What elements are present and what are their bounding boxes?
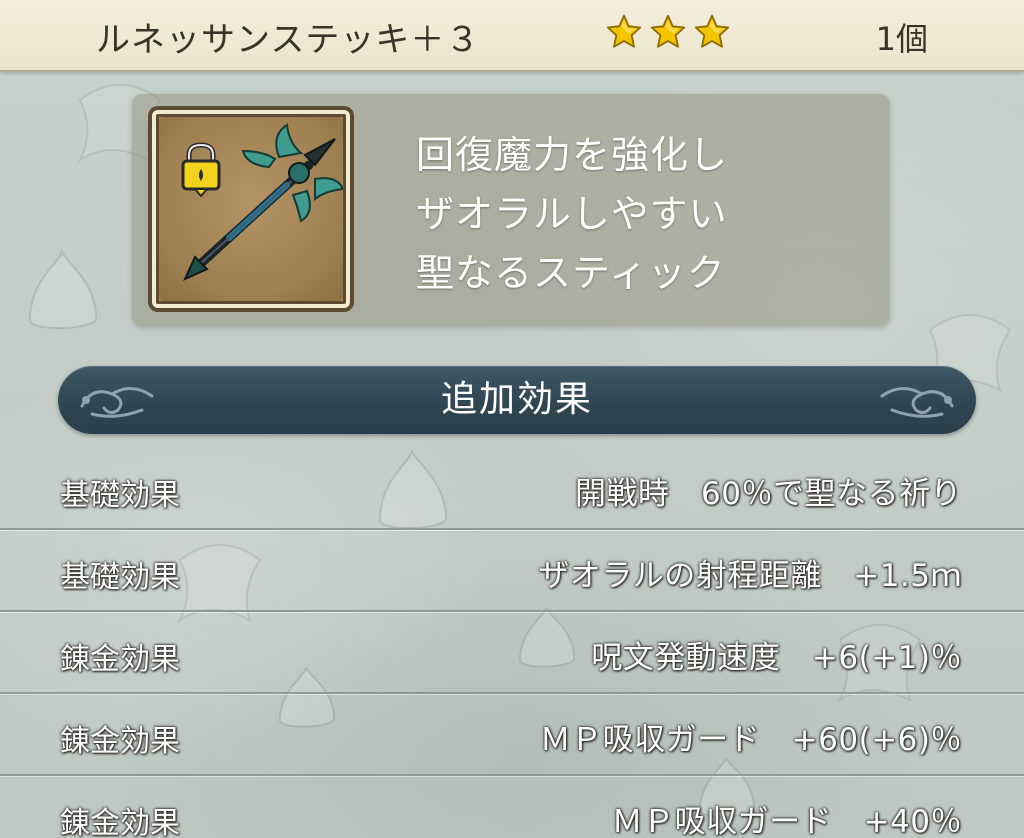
effect-row: 基礎効果 開戦時 60％で聖なる祈り bbox=[0, 448, 1024, 530]
description-line: ザオラルしやすい bbox=[416, 192, 728, 236]
flourish-icon bbox=[880, 387, 954, 418]
effect-type: 錬金効果 bbox=[60, 806, 180, 838]
effect-type: 錬金効果 bbox=[60, 724, 180, 759]
item-description-panel: 回復魔力を強化し ザオラルしやすい 聖なるスティック bbox=[132, 94, 890, 326]
effects-list: 基礎効果 開戦時 60％で聖なる祈り 基礎効果 ザオラルの射程距離 +1.5ｍ … bbox=[0, 448, 1024, 838]
description-line: 回復魔力を強化し bbox=[416, 133, 729, 177]
additional-effects-header: 追加効果 bbox=[58, 366, 976, 434]
item-icon-frame[interactable] bbox=[148, 106, 354, 312]
effect-value: ＭＰ吸収ガード +40％ bbox=[611, 804, 962, 838]
effect-row: 基礎効果 ザオラルの射程距離 +1.5ｍ bbox=[0, 530, 1024, 612]
item-name: ルネッサンステッキ＋３ bbox=[96, 20, 481, 60]
effect-row: 錬金効果 呪文発動速度 +6(+1)％ bbox=[0, 612, 1024, 694]
padlock-icon bbox=[181, 142, 221, 197]
item-icon bbox=[159, 117, 343, 301]
item-header: ルネッサンステッキ＋３ 1個 bbox=[0, 0, 1024, 72]
effect-type: 基礎効果 bbox=[60, 560, 180, 595]
effect-value: 呪文発動速度 +6(+1)％ bbox=[591, 640, 962, 676]
effect-row: 錬金効果 ＭＰ吸収ガード +40％ bbox=[0, 776, 1024, 838]
rarity-stars bbox=[606, 14, 730, 50]
item-description: 回復魔力を強化し ザオラルしやすい 聖なるスティック bbox=[416, 126, 728, 303]
effect-row: 錬金効果 ＭＰ吸収ガード +60(+6)％ bbox=[0, 694, 1024, 776]
effect-type: 錬金効果 bbox=[60, 642, 180, 677]
effect-value: ＭＰ吸収ガード +60(+6)％ bbox=[539, 722, 962, 758]
star-icon bbox=[694, 14, 730, 48]
effect-value: 開戦時 60％で聖なる祈り bbox=[575, 476, 962, 512]
effect-type: 基礎効果 bbox=[60, 478, 180, 513]
effect-value: ザオラルの射程距離 +1.5ｍ bbox=[538, 558, 962, 594]
item-quantity: 1個 bbox=[875, 20, 928, 58]
star-icon bbox=[650, 14, 686, 48]
star-icon bbox=[606, 14, 642, 48]
description-line: 聖なるスティック bbox=[416, 251, 726, 295]
section-title: 追加効果 bbox=[440, 379, 593, 420]
